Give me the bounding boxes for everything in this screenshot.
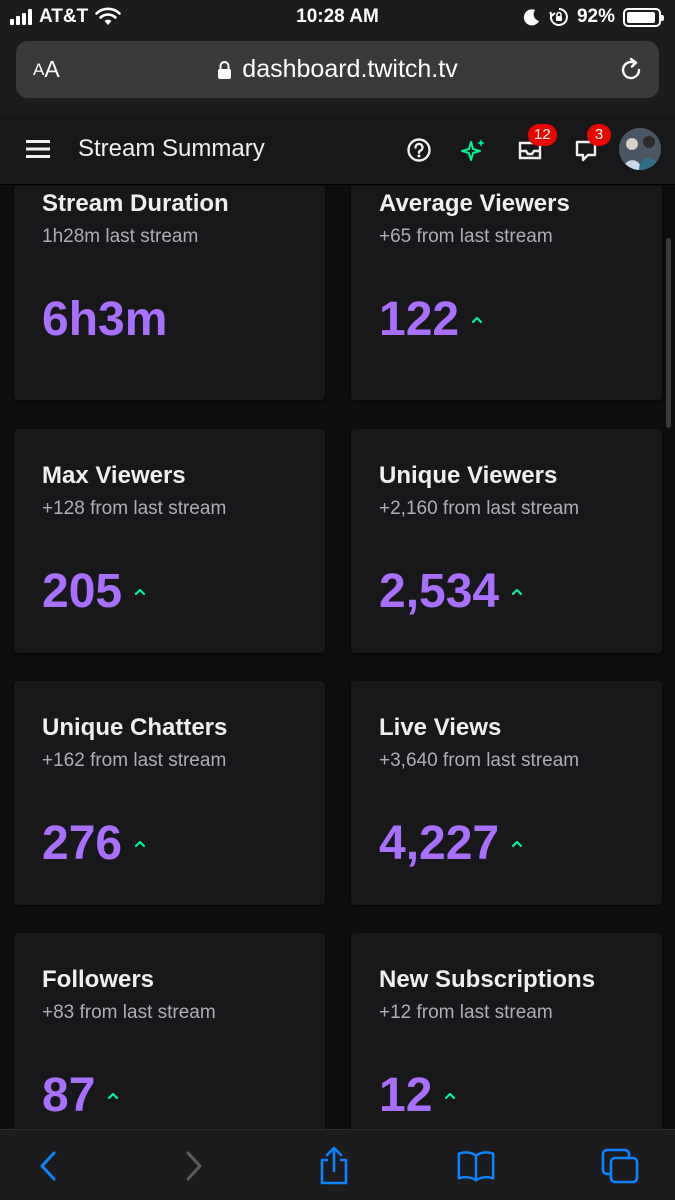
browser-chrome: AA dashboard.twitch.tv [0, 36, 675, 114]
stat-value-row: 122 [379, 296, 483, 344]
stat-value: 122 [379, 293, 460, 346]
stat-subtitle: 1h28m last stream [42, 226, 199, 247]
lock-icon [218, 60, 232, 79]
stat-value-row: 12 [379, 1072, 456, 1120]
stat-value-row: 205 [42, 568, 146, 616]
stat-card: Followers +83 from last stream 87 [14, 933, 325, 1129]
status-right: 92% [523, 5, 664, 29]
stats-grid: Stream Duration 1h28m last stream 6h3m A… [0, 186, 675, 1129]
stat-card: Max Viewers +128 from last stream 205 [14, 429, 325, 653]
chevron-left-icon [40, 1151, 56, 1181]
share-icon [320, 1146, 348, 1185]
hamburger-menu-icon[interactable] [26, 138, 52, 160]
stat-value: 276 [42, 817, 123, 870]
stat-value-row: 87 [42, 1072, 119, 1120]
stat-value-row: 4,227 [379, 820, 523, 868]
stat-title: Followers [42, 966, 155, 993]
inbox-badge: 12 [528, 124, 557, 146]
avatar[interactable] [619, 128, 661, 170]
stat-subtitle: +2,160 from last stream [379, 498, 580, 519]
tabs-button[interactable] [600, 1146, 640, 1186]
trend-up-icon [134, 588, 146, 596]
stat-subtitle: +83 from last stream [42, 1002, 216, 1023]
trend-up-icon [471, 316, 483, 324]
whispers-badge: 3 [587, 124, 611, 146]
stat-title: Live Views [379, 714, 502, 741]
stat-value-row: 2,534 [379, 568, 523, 616]
page-title: Stream Summary [78, 135, 265, 162]
stat-subtitle: +65 from last stream [379, 226, 553, 247]
moon-icon [523, 9, 539, 26]
scrollbar[interactable] [666, 238, 671, 428]
chevron-right-icon [186, 1151, 202, 1181]
address-bar[interactable]: AA dashboard.twitch.tv [16, 41, 659, 98]
browser-toolbar [0, 1129, 675, 1200]
stat-title: Unique Chatters [42, 714, 228, 741]
battery-level [627, 11, 655, 23]
stat-value: 4,227 [379, 817, 500, 870]
wifi-icon [95, 7, 122, 25]
bookmarks-button[interactable] [456, 1146, 496, 1186]
status-left: AT&T [10, 5, 122, 29]
stat-card: Unique Chatters +162 from last stream 27… [14, 681, 325, 905]
cellular-signal-icon [10, 9, 32, 25]
help-icon[interactable] [405, 136, 433, 164]
url-display[interactable]: dashboard.twitch.tv [16, 41, 659, 98]
reload-icon[interactable] [617, 56, 645, 84]
trend-up-icon [445, 1092, 456, 1100]
stat-title: Average Viewers [379, 190, 570, 217]
stat-subtitle: +12 from last stream [379, 1002, 553, 1023]
stat-subtitle: +162 from last stream [42, 750, 227, 771]
stat-card: New Subscriptions +12 from last stream 1… [351, 933, 662, 1129]
stat-subtitle: +128 from last stream [42, 498, 227, 519]
stat-card: Live Views +3,640 from last stream 4,227 [351, 681, 662, 905]
battery-icon [623, 7, 664, 27]
stat-card: Stream Duration 1h28m last stream 6h3m [14, 186, 325, 400]
stat-title: Max Viewers [42, 462, 186, 489]
stat-card: Average Viewers +65 from last stream 122 [351, 186, 662, 400]
stat-value: 87 [42, 1069, 96, 1122]
stat-title: Unique Viewers [379, 462, 558, 489]
carrier-name: AT&T [39, 6, 89, 27]
avatar-image [619, 128, 661, 170]
trend-up-icon [134, 840, 146, 848]
back-button[interactable] [28, 1146, 68, 1186]
stat-value-row: 6h3m [42, 296, 167, 344]
tabs-icon [601, 1148, 639, 1184]
sparkle-icon[interactable] [460, 136, 488, 164]
stat-value: 6h3m [42, 293, 168, 346]
trend-up-icon [512, 588, 523, 596]
stat-subtitle: +3,640 from last stream [379, 750, 580, 771]
stat-title: New Subscriptions [379, 966, 596, 993]
stat-value-row: 276 [42, 820, 146, 868]
stat-value: 12 [379, 1069, 433, 1122]
ios-status-bar: AT&T 10:28 AM 92% [0, 0, 675, 36]
trend-up-icon [512, 840, 523, 848]
share-button[interactable] [314, 1146, 354, 1186]
stat-card: Unique Viewers +2,160 from last stream 2… [351, 429, 662, 653]
orientation-lock-icon [549, 8, 568, 26]
trend-up-icon [108, 1092, 119, 1100]
stat-value: 2,534 [379, 565, 500, 618]
url-text: dashboard.twitch.tv [242, 55, 458, 83]
forward-button[interactable] [174, 1146, 214, 1186]
stat-title: Stream Duration [42, 190, 229, 217]
battery-percent: 92% [576, 6, 615, 27]
app-header: Stream Summary 12 3 [0, 114, 675, 185]
book-icon [457, 1151, 495, 1182]
stat-value: 205 [42, 565, 123, 618]
